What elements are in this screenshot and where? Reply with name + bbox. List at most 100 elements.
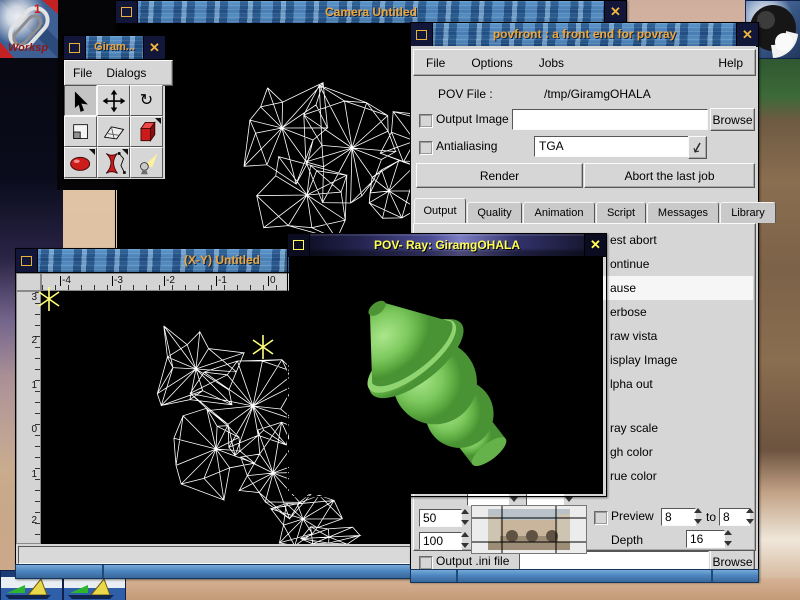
tab-quality[interactable]: Quality	[467, 202, 522, 223]
render-button[interactable]: Render	[416, 163, 583, 188]
close-icon: ✕	[742, 27, 753, 43]
lathe-tool-button[interactable]	[97, 147, 130, 178]
light-icon	[133, 150, 161, 176]
light-tool-button[interactable]	[130, 147, 163, 178]
povfront-title: povfront : a front end for povray	[433, 23, 736, 46]
spin-arrows[interactable]	[724, 530, 735, 546]
ruler-label: 2	[31, 516, 37, 526]
miniaturize-button[interactable]	[116, 1, 138, 23]
plane-tool-button[interactable]	[97, 116, 130, 147]
move-tool-button[interactable]	[97, 85, 130, 116]
output-ini-label: Output .ini file	[436, 554, 509, 568]
light-source-icon	[251, 335, 275, 359]
menu-file[interactable]: File	[73, 66, 92, 80]
close-icon: ✕	[590, 237, 601, 253]
box-tool-button[interactable]	[130, 116, 163, 147]
tab-messages[interactable]: Messages	[647, 202, 719, 223]
miniaturize-button[interactable]	[288, 234, 310, 256]
depth-spinbox[interactable]: 16	[686, 530, 725, 548]
output-image-browse-button[interactable]: Browse	[710, 108, 755, 131]
ruler-label: 2	[31, 336, 37, 346]
background-cliff	[755, 0, 800, 600]
format-combo[interactable]: TGA	[534, 136, 692, 157]
scale-icon	[68, 119, 94, 145]
tab-animation[interactable]: Animation	[523, 202, 595, 223]
menu-file[interactable]: File	[426, 56, 445, 70]
menu-jobs[interactable]: Jobs	[539, 56, 564, 70]
miniaturize-button[interactable]	[16, 249, 38, 272]
ruler-label: 1	[31, 381, 37, 391]
plane-icon	[100, 119, 128, 145]
render-window: POV- Ray: GiramgOHALA ✕	[287, 233, 607, 497]
preview-checkbox[interactable]	[594, 511, 608, 525]
tab-script[interactable]: Script	[596, 202, 646, 223]
preview-from-spinbox[interactable]: 8	[661, 508, 696, 526]
ruler-label: -4	[60, 276, 71, 286]
height-spinbox[interactable]: 100	[419, 532, 462, 550]
menu-help[interactable]: Help	[718, 56, 743, 70]
output-image-label: Output Image	[436, 112, 509, 126]
miniaturize-icon	[293, 240, 304, 250]
close-button[interactable]: ✕	[143, 36, 165, 59]
pov-file-label: POV File :	[438, 87, 493, 101]
tab-strip: Output Quality Animation Script Messages…	[414, 197, 777, 223]
menu-dialogs[interactable]: Dialogs	[106, 66, 146, 80]
miniaturize-button[interactable]	[411, 23, 433, 46]
antialiasing-checkbox[interactable]	[419, 141, 433, 155]
antialiasing-label: Antialiasing	[436, 139, 497, 153]
spin-arrows[interactable]	[694, 508, 705, 524]
width-spinbox[interactable]: 50	[419, 509, 462, 527]
ruler-label: 0	[268, 276, 276, 286]
close-button[interactable]: ✕	[736, 23, 758, 46]
povfront-menubar: File Options Jobs Help	[413, 49, 756, 76]
output-ini-checkbox[interactable]	[419, 556, 433, 570]
submenu-corner	[155, 118, 161, 124]
vertical-ruler: 3 2 1 0 1 2	[16, 291, 41, 544]
tab-library[interactable]: Library	[720, 202, 776, 223]
povfront-titlebar[interactable]: povfront : a front end for povray ✕	[411, 23, 758, 47]
submenu-corner	[122, 149, 128, 155]
select-tool-button[interactable]	[64, 85, 97, 116]
xy-title: (X-Y) Untitled	[184, 249, 260, 272]
preview-label: Preview	[611, 509, 654, 523]
ruler-label: -2	[164, 276, 175, 286]
output-image-checkbox[interactable]	[419, 114, 433, 128]
camera-title: Camera Untitled	[138, 1, 604, 23]
workspace-label: Worksp	[8, 42, 48, 54]
close-button[interactable]: ✕	[584, 234, 606, 256]
scale-tool-button[interactable]	[64, 116, 97, 147]
ruler-label: 1	[31, 470, 37, 480]
submenu-corner	[89, 149, 95, 155]
workspace-clip[interactable]: 1 Worksp	[0, 0, 58, 58]
tab-output[interactable]: Output	[414, 198, 466, 223]
render-titlebar[interactable]: POV- Ray: GiramgOHALA ✕	[288, 234, 606, 257]
depth-label: Depth	[611, 533, 643, 547]
abort-button[interactable]: Abort the last job	[584, 163, 755, 188]
miniaturize-icon	[121, 7, 132, 17]
spin-arrows[interactable]	[746, 508, 757, 524]
close-icon: ✕	[610, 4, 621, 20]
miniaturize-icon	[69, 43, 80, 53]
miniaturize-button[interactable]	[64, 36, 86, 59]
resize-bar[interactable]	[15, 564, 437, 579]
output-image-input[interactable]	[512, 109, 708, 130]
select-icon	[67, 88, 95, 114]
resize-notch	[711, 570, 713, 582]
format-combo-arrow[interactable]	[688, 136, 707, 159]
render-canvas[interactable]	[289, 256, 603, 494]
camera-titlebar[interactable]: Camera Untitled ✕	[116, 1, 626, 24]
workspace-number: 1	[34, 2, 41, 16]
miniaturize-icon	[21, 256, 32, 266]
close-button[interactable]: ✕	[604, 1, 626, 23]
toolbox-titlebar[interactable]: Giram... ✕	[64, 36, 165, 60]
render-region-preview[interactable]	[471, 505, 587, 554]
toolbox-menubar: File Dialogs	[64, 60, 173, 86]
ruler-label: 0	[31, 425, 37, 435]
ruler-label: -1	[216, 276, 227, 286]
sphere-tool-button[interactable]	[64, 147, 97, 178]
menu-options[interactable]: Options	[471, 56, 512, 70]
resize-bar[interactable]	[410, 569, 759, 583]
rotate-tool-button[interactable]: ↻	[130, 85, 163, 116]
miniaturize-icon	[416, 30, 427, 40]
desktop: 1 Worksp Camera Untitled ✕ Giram... ✕ Fi…	[0, 0, 800, 600]
